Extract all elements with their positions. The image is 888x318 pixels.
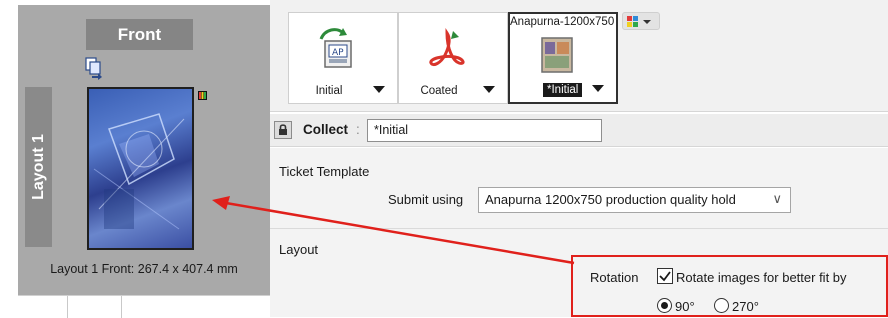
step-label: Initial (315, 85, 343, 97)
ticket-template-heading: Ticket Template (279, 164, 370, 179)
front-side-label: Front (86, 19, 193, 50)
selected-step-label: *Initial (543, 83, 583, 97)
chevron-down-icon[interactable] (483, 86, 495, 93)
layout-tab-label: Layout 1 (29, 134, 47, 200)
layout-size-info: Layout 1 Front: 267.4 x 407.4 mm (50, 262, 238, 276)
submit-using-label: Submit using (388, 192, 464, 207)
ticket-settings: Ticket Template Submit using Anapurna 12… (270, 148, 888, 317)
rotation-90-label: 90° (675, 299, 695, 314)
rotate-images-checkbox[interactable] (657, 268, 673, 284)
layout-preview-panel: Front Layout 1 Layout 1 Front: 267.4 x 4… (0, 0, 270, 318)
workflow-step-coated[interactable]: Coated (398, 12, 508, 104)
image-preset-icon (536, 34, 580, 82)
radio-selected-dot (661, 302, 668, 309)
submit-using-select[interactable]: Anapurna 1200x750 production quality hol… (478, 187, 791, 213)
chevron-down-icon[interactable] (373, 86, 385, 93)
collect-bar: Collect : *Initial (270, 114, 888, 147)
bottom-tab-strip (18, 295, 270, 318)
submit-using-value: Anapurna 1200x750 production quality hol… (485, 192, 736, 207)
rotation-label: Rotation (590, 270, 639, 285)
section-divider (270, 228, 888, 229)
layout-tab[interactable]: Layout 1 (25, 87, 52, 247)
chevron-down-icon: ∨ (772, 191, 782, 206)
rotation-highlight-box (571, 255, 888, 317)
rotate-images-label: Rotate images for better fit by (676, 270, 847, 285)
chevron-down-icon[interactable] (592, 85, 604, 92)
rotation-90-radio[interactable] (657, 298, 672, 313)
workflow-step-initial[interactable]: AP Initial (288, 12, 398, 104)
step-label: Coated (420, 85, 458, 97)
workflow-bar: AP Initial Coated Anapurna-1200x750 *Ini… (270, 0, 888, 112)
copy-pages-icon[interactable] (84, 56, 104, 80)
layout-heading: Layout (279, 242, 319, 257)
print-app-icon: AP (315, 25, 359, 73)
page-thumbnail[interactable] (87, 87, 194, 250)
settings-panel: AP Initial Coated Anapurna-1200x750 *Ini… (270, 0, 888, 317)
rotation-270-radio[interactable] (714, 298, 729, 313)
color-swatch-icon (198, 87, 207, 100)
collect-colon: : (356, 122, 360, 137)
color-mode-dropdown[interactable] (622, 12, 660, 30)
svg-text:AP: AP (332, 48, 344, 58)
lock-icon[interactable] (274, 121, 292, 139)
rotation-270-label: 270° (732, 299, 759, 314)
pdf-curve-icon (425, 25, 469, 73)
collect-name-input[interactable]: *Initial (367, 119, 602, 142)
collect-label: Collect (303, 122, 349, 137)
workflow-step-initial-preset[interactable]: Anapurna-1200x750 *Initial (508, 12, 618, 104)
preset-name: Anapurna-1200x750 (510, 16, 615, 28)
